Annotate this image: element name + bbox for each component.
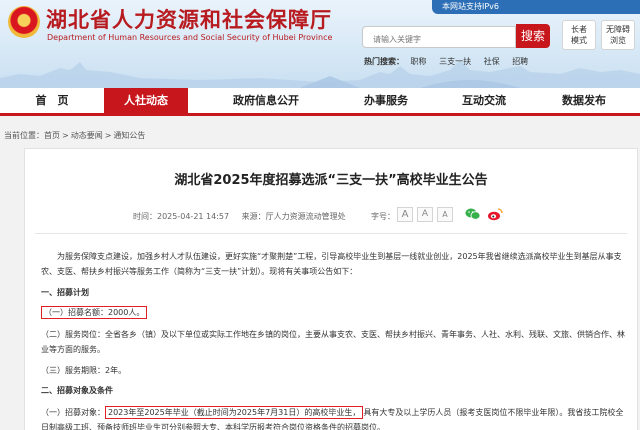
nav-services[interactable]: 办事服务: [334, 88, 438, 113]
city-skyline-illustration: [0, 60, 640, 88]
elder-mode-label-line1: 长者: [571, 25, 587, 34]
nav-hr-news[interactable]: 人社动态: [104, 88, 188, 116]
item-recruit-target-prefix: （一）招募对象：: [41, 408, 105, 417]
intro-paragraph: 为服务保障支点建设，加强乡村人才队伍建设，更好实施“才聚荆楚”工程，引导高校毕业…: [41, 252, 622, 276]
main-nav: 首 页 人社动态 政府信息公开 办事服务 互动交流 数据发布: [0, 88, 640, 116]
font-large-button[interactable]: A: [397, 207, 413, 222]
hot-searches-label: 热门搜索：: [364, 57, 404, 66]
article-meta: 时间：2025-04-21 14:57 来源：厅人力资源流动管理处: [133, 211, 346, 222]
search-input[interactable]: [363, 29, 515, 50]
elder-mode-button[interactable]: 长者 模式: [562, 20, 596, 50]
search-button[interactable]: 搜索: [516, 24, 550, 48]
national-emblem-logo: [8, 6, 40, 38]
accessibility-label-line2: 浏览: [610, 36, 626, 45]
search-box: [362, 26, 516, 50]
elder-mode-label-line2: 模式: [571, 36, 587, 45]
breadcrumb: 当前位置：首页 > 动态要闻 > 通知公告: [4, 130, 145, 141]
hot-searches: 热门搜索： 职称 三支一扶 社保 招聘: [364, 56, 538, 67]
nav-data-release[interactable]: 数据发布: [536, 88, 632, 113]
item-positions: （二）服务岗位：全省各乡（镇）及以下单位或实际工作地在乡镇的岗位，主要从事支农、…: [41, 330, 625, 354]
item-recruit-target: （一）招募对象： 2023年至2025年毕业（截止时间为2025年7月31日）的高…: [41, 405, 631, 430]
source-label: 来源：: [241, 212, 266, 221]
nav-gov-info[interactable]: 政府信息公开: [214, 88, 318, 113]
wechat-share-icon[interactable]: [465, 207, 481, 221]
nav-interaction[interactable]: 互动交流: [436, 88, 532, 113]
item-quota: （一）招募名额：2000人。: [41, 305, 631, 320]
highlight-graduation-years: 2023年至2025年毕业（截止时间为2025年7月31日）的高校毕业生，: [105, 406, 364, 419]
font-small-button[interactable]: A: [437, 207, 453, 222]
breadcrumb-prefix: 当前位置：: [4, 131, 44, 140]
hot-search-link[interactable]: 职称: [411, 57, 427, 66]
font-size-label: 字号：: [371, 212, 395, 221]
nav-home[interactable]: 首 页: [0, 88, 104, 113]
publish-time: 2025-04-21 14:57: [157, 212, 230, 221]
ipv6-banner: 本网站支持IPv6: [432, 0, 640, 14]
section-heading-plan: 一、招募计划: [41, 288, 89, 297]
site-subtitle: Department of Human Resources and Social…: [47, 33, 333, 42]
breadcrumb-link-news[interactable]: 动态要闻: [71, 131, 103, 140]
hot-search-link[interactable]: 三支一扶: [439, 57, 471, 66]
article-panel: 湖北省2025年度招募选派“三支一扶”高校毕业生公告 时间：2025-04-21…: [24, 148, 638, 430]
section-heading-eligibility-text: 二、招募对象及条件: [41, 386, 113, 395]
breadcrumb-separator: >: [62, 131, 69, 140]
item-service-term: （三）服务期限：2年。: [41, 366, 127, 375]
time-label: 时间：: [133, 212, 157, 221]
source-value: 厅人力资源流动管理处: [265, 212, 346, 221]
hot-search-link[interactable]: 社保: [484, 57, 500, 66]
site-title: 湖北省人力资源和社会保障厅: [46, 8, 332, 32]
weibo-share-icon[interactable]: [487, 207, 503, 221]
article-title: 湖北省2025年度招募选派“三支一扶”高校毕业生公告: [174, 173, 488, 188]
section-heading-eligibility: 二、招募对象及条件: [41, 383, 631, 398]
site-header: 湖北省人力资源和社会保障厅 Department of Human Resour…: [0, 0, 640, 88]
breadcrumb-link-notices[interactable]: 通知公告: [113, 131, 145, 140]
hot-search-link[interactable]: 招聘: [512, 57, 528, 66]
font-medium-button[interactable]: A: [417, 207, 433, 222]
accessibility-button[interactable]: 无障碍 浏览: [601, 20, 635, 50]
meta-divider: [35, 233, 627, 234]
highlight-quota: （一）招募名额：2000人。: [41, 306, 148, 319]
accessibility-label-line1: 无障碍: [606, 25, 630, 34]
breadcrumb-separator: >: [104, 131, 112, 140]
breadcrumb-link-home[interactable]: 首页: [44, 131, 60, 140]
